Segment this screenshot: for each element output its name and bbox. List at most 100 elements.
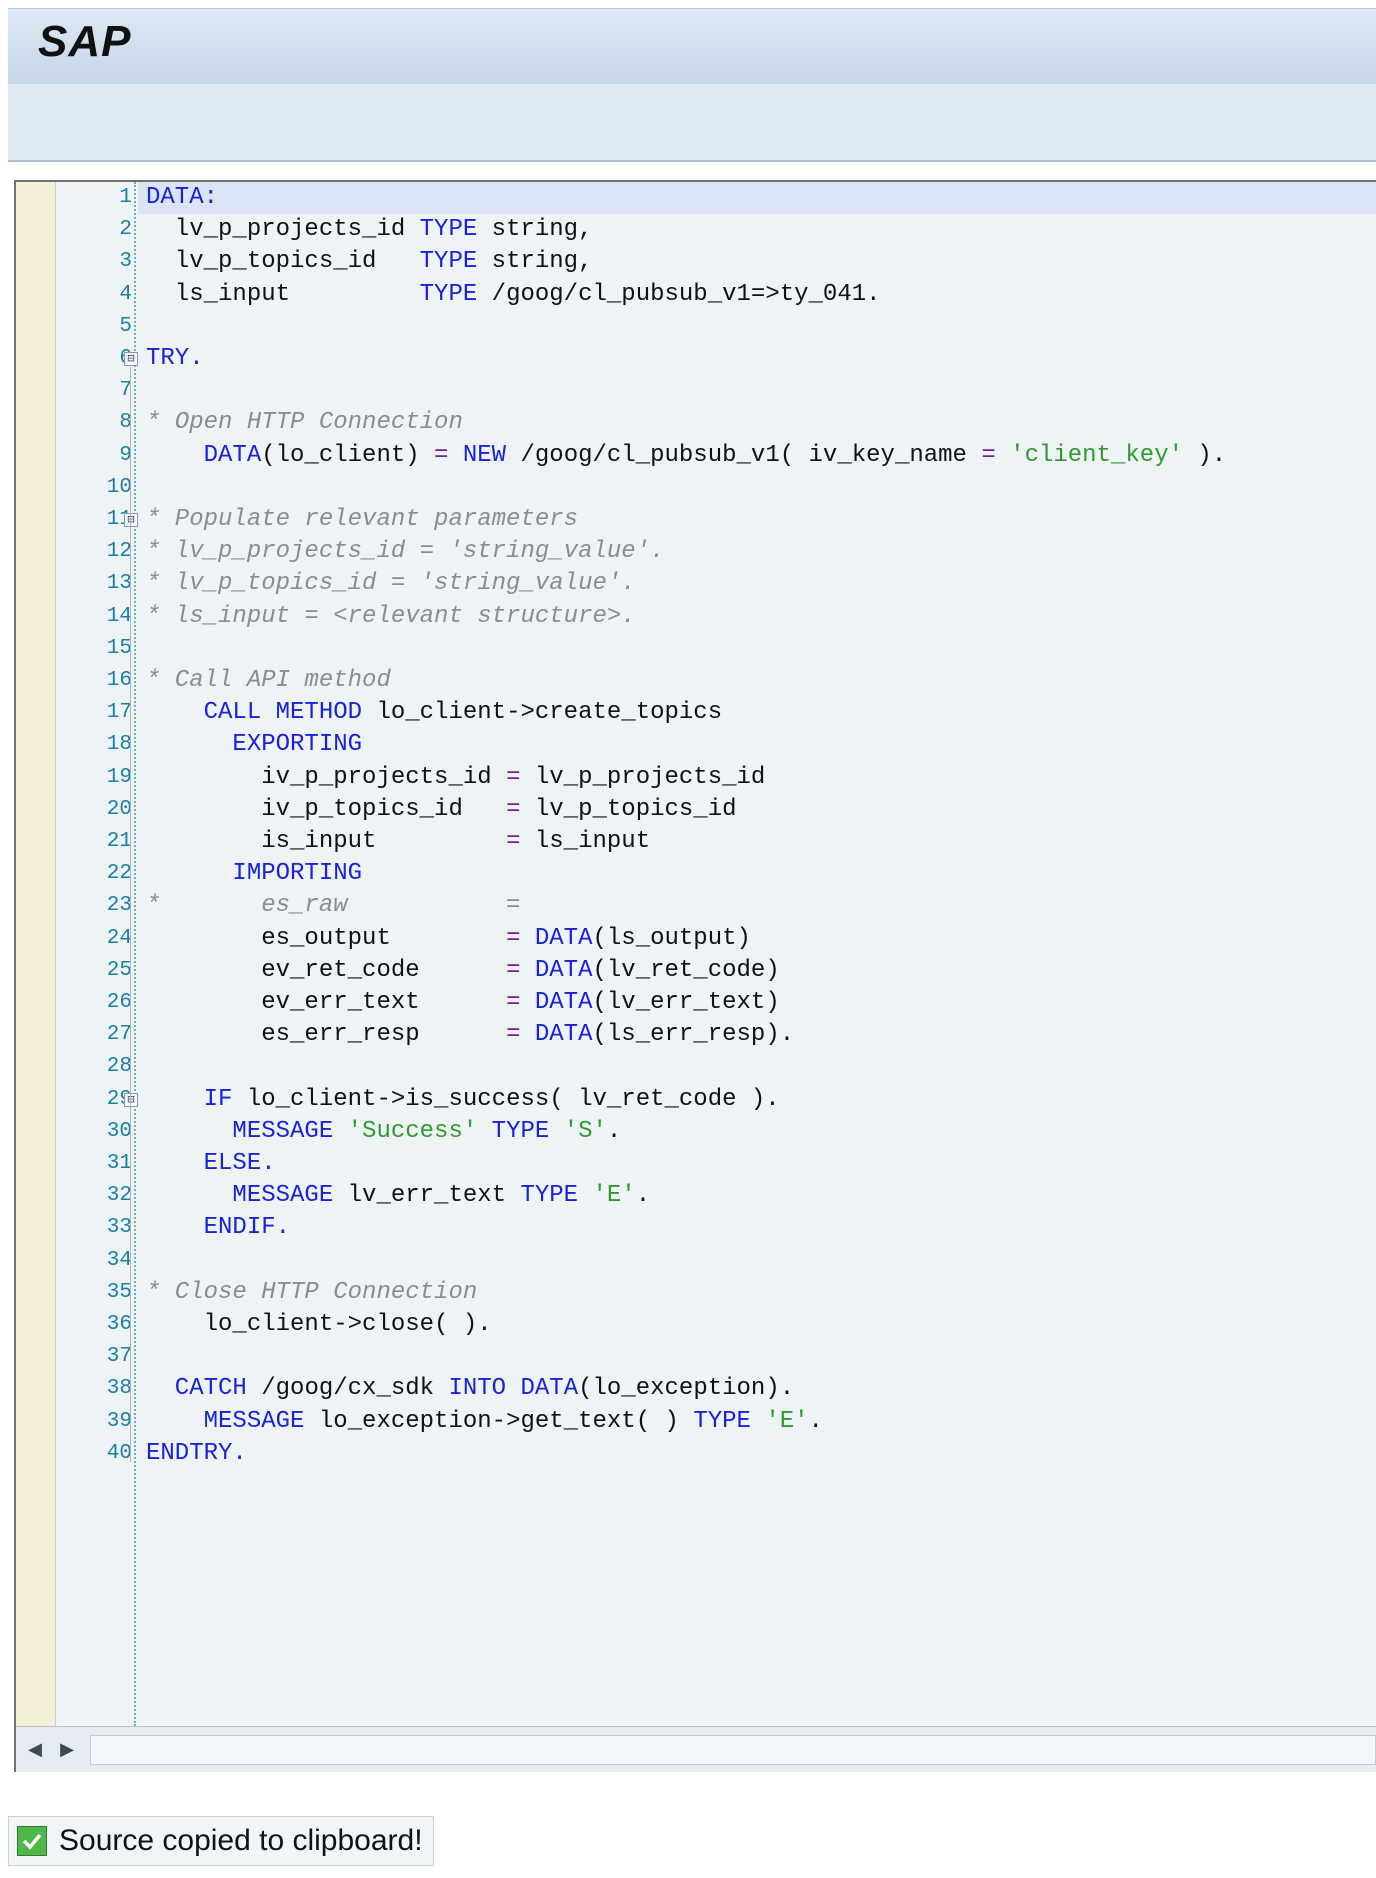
code-token: = <box>506 795 521 823</box>
code-line[interactable]: * ls_input = <relevant structure>. <box>138 601 1376 633</box>
code-line[interactable]: DATA: <box>138 182 1376 215</box>
code-line[interactable]: * es_raw = <box>138 890 1376 922</box>
code-line[interactable]: * lv_p_topics_id = 'string_value'. <box>138 568 1376 600</box>
line-number: 15 <box>106 636 132 660</box>
line-number: 5 <box>119 314 132 338</box>
code-line[interactable]: * Open HTTP Connection <box>138 407 1376 439</box>
code-line[interactable]: * Populate relevant parameters <box>138 504 1376 536</box>
code-token: lv_p_topics_id <box>520 795 737 823</box>
code-line[interactable]: * lv_p_projects_id = 'string_value'. <box>138 536 1376 568</box>
fold-toggle-icon[interactable]: ⊟ <box>124 1092 138 1107</box>
fold-toggle-icon[interactable]: ⊟ <box>124 513 138 527</box>
code-token: ENDIF. <box>146 1214 291 1242</box>
code-token: ELSE. <box>146 1150 276 1177</box>
code-line[interactable] <box>138 1341 1376 1373</box>
code-token: iv_p_topics_id <box>146 795 507 823</box>
code-token: ENDTRY. <box>146 1439 247 1467</box>
scroll-right-icon[interactable]: ▶ <box>54 1735 80 1763</box>
code-token: . <box>808 1407 823 1435</box>
code-line[interactable]: DATA(lo_client) = NEW /goog/cl_pubsub_v1… <box>138 440 1376 472</box>
line-number: 16 <box>106 669 132 692</box>
code-line[interactable]: lv_p_topics_id TYPE string, <box>138 246 1376 278</box>
code-token: DATA <box>146 441 262 469</box>
code-line[interactable]: is_input = ls_input <box>138 826 1376 858</box>
code-line[interactable] <box>138 633 1376 665</box>
line-number: 20 <box>106 797 132 821</box>
scroll-left-icon[interactable]: ◀ <box>22 1735 48 1763</box>
code-token: * lv_p_projects_id = 'string_value'. <box>146 538 665 566</box>
code-line[interactable]: lo_client->close( ). <box>138 1309 1376 1341</box>
code-line[interactable]: EXPORTING <box>138 729 1376 761</box>
code-token: * Populate relevant parameters <box>146 506 579 533</box>
code-line[interactable] <box>138 1051 1376 1083</box>
code-token: iv_p_projects_id <box>146 763 507 791</box>
code-token: TYPE <box>693 1407 751 1435</box>
code-area[interactable]: DATA: lv_p_projects_id TYPE string, lv_p… <box>124 182 1376 1726</box>
code-line[interactable]: MESSAGE 'Success' TYPE 'S'. <box>138 1116 1376 1148</box>
code-line[interactable]: ev_err_text = DATA(lv_err_text) <box>138 987 1376 1019</box>
code-line[interactable]: CATCH /goog/cx_sdk INTO DATA(lo_exceptio… <box>138 1373 1376 1405</box>
abap-code-editor[interactable]: 1234567891011121314151617181920212223242… <box>14 180 1376 1772</box>
code-token: CATCH <box>146 1375 247 1403</box>
code-line[interactable]: ENDTRY. <box>138 1438 1376 1470</box>
code-line[interactable] <box>138 375 1376 407</box>
code-token: is_input <box>146 828 507 855</box>
line-number: 24 <box>106 926 132 950</box>
code-line[interactable]: es_err_resp = DATA(ls_err_resp). <box>138 1019 1376 1051</box>
code-token: DATA <box>534 1021 593 1049</box>
code-line[interactable]: ENDIF. <box>138 1212 1376 1244</box>
code-token: . <box>606 1117 622 1145</box>
code-token: lv_p_projects_id <box>146 216 420 244</box>
code-line[interactable]: ls_input TYPE /goog/cl_pubsub_v1=>ty_041… <box>138 279 1376 311</box>
code-token: DATA: <box>146 184 219 211</box>
code-token: MESSAGE <box>146 1182 334 1210</box>
code-line[interactable]: lv_p_projects_id TYPE string, <box>138 214 1376 246</box>
line-number: 29 <box>106 1087 132 1111</box>
code-line[interactable] <box>138 1245 1376 1277</box>
line-number: 3 <box>119 250 132 274</box>
line-number: 17 <box>106 701 132 725</box>
code-token: 'client_key' <box>1010 441 1183 469</box>
scrollbar-track[interactable] <box>90 1735 1376 1765</box>
line-number: 25 <box>106 958 132 982</box>
code-token: ev_ret_code <box>146 956 507 984</box>
code-token: NEW <box>462 441 507 469</box>
code-token: ev_err_text <box>146 989 507 1016</box>
code-line[interactable]: iv_p_projects_id = lv_p_projects_id <box>138 762 1376 794</box>
code-token: DATA <box>534 989 593 1016</box>
code-line[interactable]: TRY. <box>138 343 1376 375</box>
horizontal-scrollbar[interactable]: ◀ ▶ <box>16 1726 1376 1772</box>
code-line[interactable]: ev_ret_code = DATA(lv_ret_code) <box>138 955 1376 987</box>
code-line[interactable] <box>138 311 1376 343</box>
status-message[interactable]: Source copied to clipboard! <box>8 1816 434 1866</box>
code-token: string, <box>477 248 593 276</box>
code-token: = <box>506 1021 521 1049</box>
code-line[interactable]: IMPORTING <box>138 858 1376 890</box>
code-line[interactable] <box>138 472 1376 504</box>
code-token: * Open HTTP Connection <box>146 409 463 437</box>
fold-toggle-icon[interactable]: ⊟ <box>124 352 138 366</box>
code-token: * Close HTTP Connection <box>146 1278 478 1306</box>
code-token: (lv_ret_code) <box>592 956 780 984</box>
code-line[interactable]: MESSAGE lo_exception->get_text( ) TYPE '… <box>138 1406 1376 1438</box>
code-line[interactable]: es_output = DATA(ls_output) <box>138 923 1376 955</box>
line-number: 40 <box>106 1441 132 1465</box>
code-line[interactable]: IF lo_client->is_success( lv_ret_code ). <box>138 1084 1376 1116</box>
code-token: lv_p_topics_id <box>146 248 420 276</box>
code-token: 'Success' <box>347 1117 478 1145</box>
code-line[interactable]: * Close HTTP Connection <box>138 1277 1376 1309</box>
code-line[interactable]: * Call API method <box>138 665 1376 697</box>
code-line[interactable]: MESSAGE lv_err_text TYPE 'E'. <box>138 1180 1376 1212</box>
line-number: 7 <box>119 379 132 403</box>
code-line[interactable]: ELSE. <box>138 1148 1376 1180</box>
code-token: /goog/cx_sdk <box>246 1375 449 1403</box>
code-token: (ls_output) <box>592 924 751 952</box>
code-token: TYPE <box>520 1182 579 1210</box>
code-line[interactable]: iv_p_topics_id = lv_p_topics_id <box>138 794 1376 826</box>
code-token: es_output <box>146 924 507 952</box>
code-line[interactable]: CALL METHOD lo_client->create_topics <box>138 697 1376 729</box>
